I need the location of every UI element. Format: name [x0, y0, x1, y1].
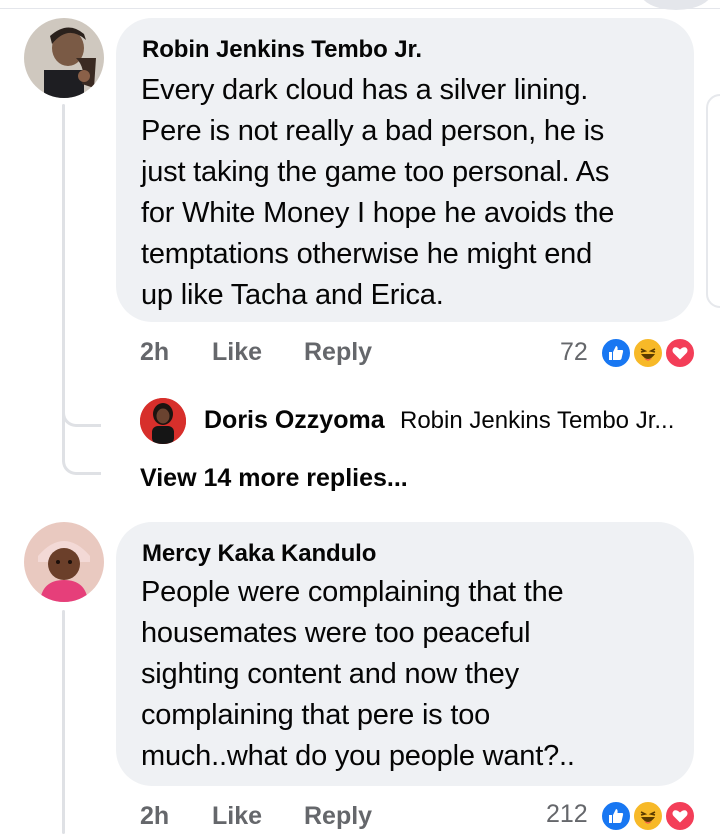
thread-branch	[62, 440, 101, 475]
comment-bubble[interactable]: Robin Jenkins Tembo Jr. Every dark cloud…	[116, 18, 694, 322]
like-button[interactable]: Like	[212, 338, 262, 367]
comment-text: People were complaining that the housema…	[141, 576, 575, 772]
haha-reaction-icon	[632, 800, 664, 832]
like-button[interactable]: Like	[212, 802, 262, 831]
reply-snippet[interactable]: Robin Jenkins Tembo Jr...	[400, 407, 674, 435]
haha-reaction-icon	[632, 337, 664, 369]
avatar[interactable]	[24, 522, 104, 602]
reply-button[interactable]: Reply	[304, 802, 372, 831]
comment-bubble[interactable]: Mercy Kaka Kandulo People were complaini…	[116, 522, 694, 786]
comment-author[interactable]: Robin Jenkins Tembo Jr.	[142, 35, 422, 65]
reply-button[interactable]: Reply	[304, 338, 372, 367]
reaction-count[interactable]: 212	[546, 800, 588, 829]
reply-avatar[interactable]	[140, 398, 186, 444]
thread-branch	[62, 392, 101, 427]
love-reaction-icon	[664, 337, 696, 369]
avatar[interactable]	[24, 18, 104, 98]
thread-line	[62, 610, 65, 834]
side-card-edge	[706, 94, 720, 308]
reply-author[interactable]: Doris Ozzyoma	[204, 406, 385, 435]
comment-author[interactable]: Mercy Kaka Kandulo	[142, 539, 376, 569]
love-reaction-icon	[664, 800, 696, 832]
divider	[0, 8, 720, 9]
comment-time[interactable]: 2h	[140, 802, 169, 831]
comment-time[interactable]: 2h	[140, 338, 169, 367]
like-reaction-icon	[600, 337, 632, 369]
like-reaction-icon	[600, 800, 632, 832]
comment-text: Every dark cloud has a silver lining. Pe…	[141, 74, 615, 311]
view-more-replies-link[interactable]: View 14 more replies...	[140, 464, 408, 493]
reaction-count[interactable]: 72	[560, 338, 588, 367]
